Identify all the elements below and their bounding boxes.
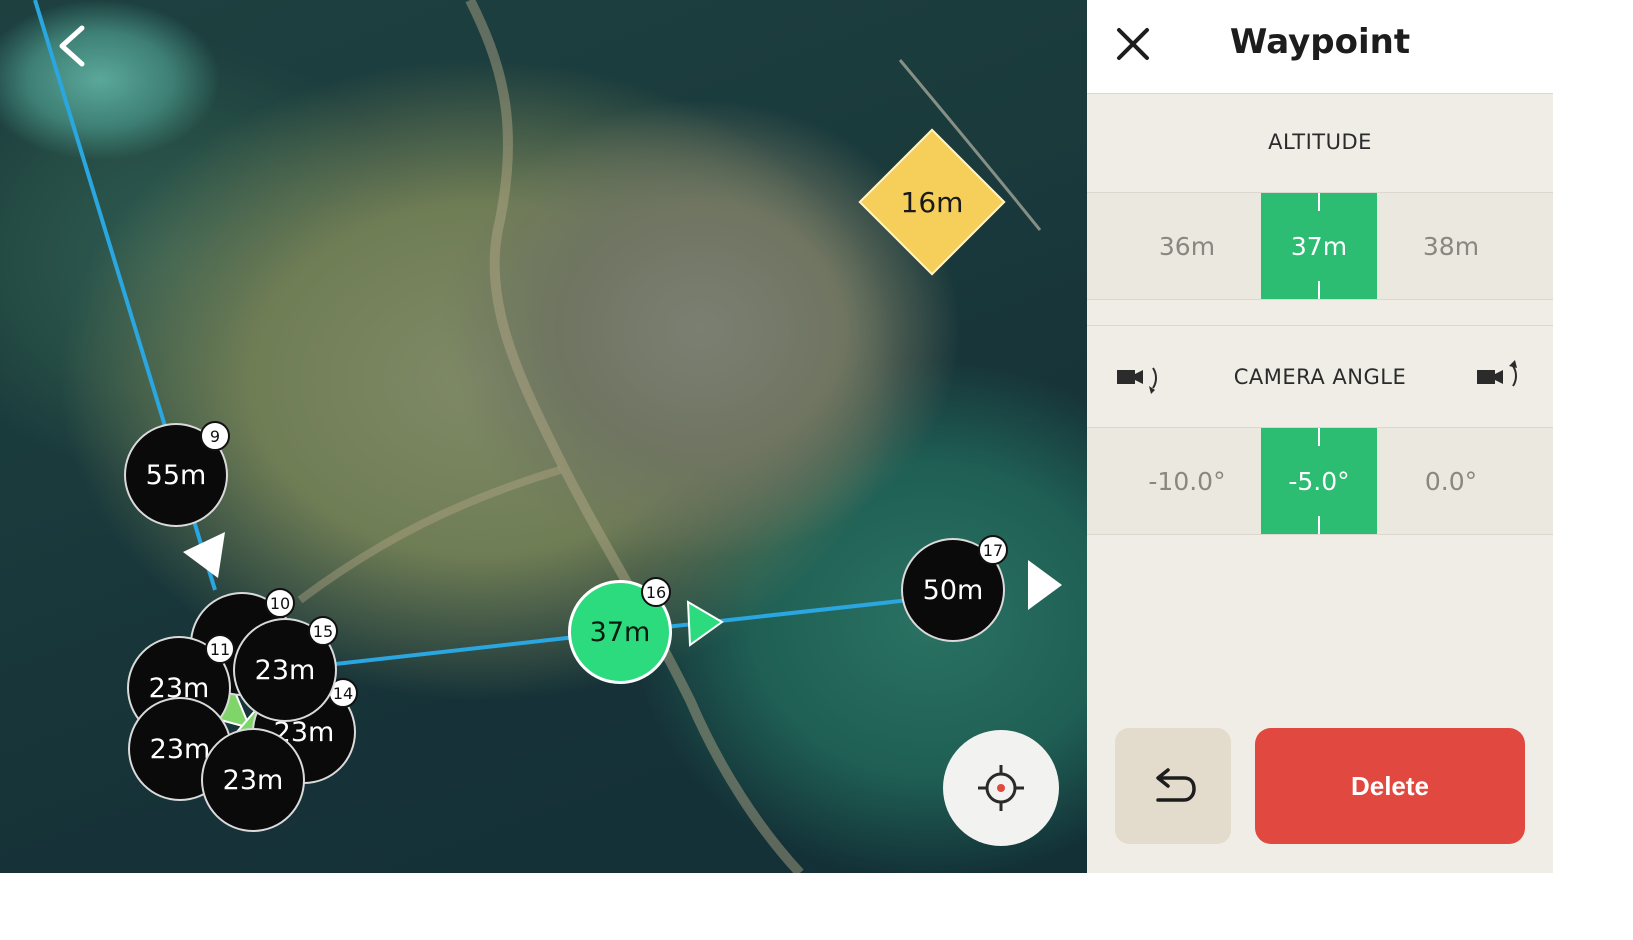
road [465, 0, 804, 873]
camera-angle-option[interactable]: 0.0° [1393, 428, 1509, 534]
waypoint-number-badge: 11 [205, 634, 235, 664]
map-view[interactable]: 16m 55m 9 10 23m 11 23m 14 23m 23m 23m 1… [0, 0, 1087, 873]
altitude-label: ALTITUDE [1268, 130, 1372, 154]
camera-tilt-up-button[interactable] [1475, 358, 1521, 394]
road [297, 466, 562, 604]
altitude-option[interactable]: 36m [1129, 193, 1245, 299]
waypoint-number-badge: 9 [200, 421, 230, 451]
altitude-picker[interactable]: 36m 37m 38m [1087, 192, 1553, 300]
divider [1087, 325, 1553, 326]
waypoint-marker[interactable]: 23m [201, 728, 305, 832]
waypoint-altitude: 23m [222, 764, 284, 796]
undo-icon [1156, 768, 1196, 802]
waypoint-altitude: 23m [149, 733, 211, 765]
camera-angle-option[interactable]: -10.0° [1129, 428, 1245, 534]
waypoint-altitude: 50m [922, 574, 984, 606]
altitude-option[interactable]: 38m [1393, 193, 1509, 299]
panel-header: Waypoint [1087, 0, 1553, 94]
camera-tilt-up-icon [1477, 360, 1517, 387]
camera-angle-picker[interactable]: -10.0° -5.0° 0.0° [1087, 427, 1553, 535]
camera-angle-option-selected[interactable]: -5.0° [1261, 428, 1377, 534]
chevron-left-icon [59, 25, 85, 67]
waypoint-altitude: 23m [254, 654, 316, 686]
direction-arrow [686, 600, 724, 647]
direction-arrow [183, 532, 225, 578]
waypoint-altitude: 37m [589, 616, 651, 648]
back-button[interactable] [50, 22, 98, 70]
altitude-option-selected[interactable]: 37m [1261, 193, 1377, 299]
waypoint-number-badge: 16 [641, 577, 671, 607]
waypoint-number-badge: 17 [978, 535, 1008, 565]
panel-title: Waypoint [1229, 22, 1411, 62]
direction-arrow [1028, 560, 1062, 610]
locate-button[interactable] [943, 730, 1059, 846]
waypoint-number-badge: 15 [308, 616, 338, 646]
waypoint-altitude: 55m [145, 459, 207, 491]
poi-altitude-label: 16m [900, 185, 964, 219]
waypoint-panel: Waypoint ALTITUDE 36m 37m 38m CAMERA ANG… [1087, 0, 1553, 873]
waypoint-number-badge: 10 [265, 588, 295, 618]
delete-button[interactable]: Delete [1255, 728, 1525, 844]
undo-button[interactable] [1115, 728, 1231, 844]
crosshair-icon [978, 765, 1024, 811]
